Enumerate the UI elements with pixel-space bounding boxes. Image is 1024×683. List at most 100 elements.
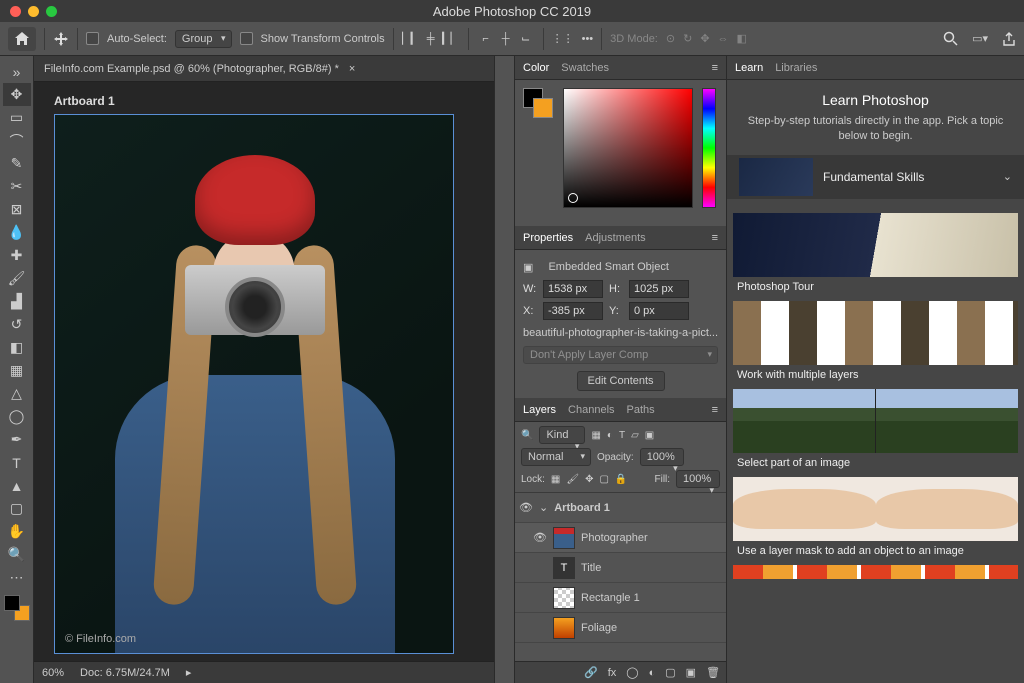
tab-channels[interactable]: Channels xyxy=(568,404,614,416)
panel-menu-icon[interactable]: ≡ xyxy=(712,232,718,244)
marquee-tool[interactable]: ▭ xyxy=(3,106,31,129)
collapsed-panels-strip[interactable] xyxy=(494,56,514,683)
blend-mode-dropdown[interactable]: Normal xyxy=(521,448,591,466)
history-brush-tool[interactable]: ↺ xyxy=(3,313,31,336)
search-icon[interactable] xyxy=(943,31,958,46)
layer-group-icon[interactable]: ▢ xyxy=(665,666,675,679)
filter-kind-dropdown[interactable]: Kind xyxy=(539,426,585,444)
align-left-icon[interactable]: ▏▎ xyxy=(402,30,420,48)
eyedropper-tool[interactable]: 💧 xyxy=(3,221,31,244)
tab-adjustments[interactable]: Adjustments xyxy=(585,232,646,244)
link-layers-icon[interactable]: 🔗 xyxy=(584,666,598,679)
share-icon[interactable] xyxy=(1002,32,1016,46)
layer-rectangle[interactable]: Rectangle 1 xyxy=(515,583,726,613)
document-tab[interactable]: FileInfo.com Example.psd @ 60% (Photogra… xyxy=(34,56,494,82)
blur-tool[interactable]: △ xyxy=(3,382,31,405)
distribute-icon[interactable]: ⋮⋮ xyxy=(552,32,574,45)
move-tool[interactable]: ✥ xyxy=(3,83,31,106)
tab-color[interactable]: Color xyxy=(523,62,549,74)
lock-transparency-icon[interactable]: ▦ xyxy=(551,474,560,485)
lock-artboard-icon[interactable]: ▢ xyxy=(599,474,608,485)
toolstrip-expand-icon[interactable]: » xyxy=(3,60,31,83)
eraser-tool[interactable]: ◧ xyxy=(3,336,31,359)
lock-position-icon[interactable]: ✥ xyxy=(585,474,593,485)
quick-select-tool[interactable]: ✎ xyxy=(3,152,31,175)
adjustment-layer-icon[interactable]: ◐ xyxy=(649,667,656,679)
filter-smart-icon[interactable]: ▣ xyxy=(645,430,654,441)
align-top-icon[interactable]: ⌐ xyxy=(477,30,495,48)
tab-swatches[interactable]: Swatches xyxy=(561,62,609,74)
color-swatches[interactable] xyxy=(4,595,30,621)
new-layer-icon[interactable]: ▣ xyxy=(686,666,696,679)
tab-properties[interactable]: Properties xyxy=(523,232,573,244)
foreground-swatch[interactable] xyxy=(4,595,20,611)
maximize-window-icon[interactable] xyxy=(46,6,57,17)
filter-pixel-icon[interactable]: ▦ xyxy=(591,430,600,441)
arrange-documents-icon[interactable]: ▭▾ xyxy=(972,32,988,45)
tutorial-select-part[interactable]: Select part of an image xyxy=(733,389,1018,471)
opacity-field[interactable]: 100% xyxy=(640,448,684,466)
brush-tool[interactable]: 🖌 xyxy=(3,267,31,290)
shape-tool[interactable]: ▢ xyxy=(3,497,31,520)
gradient-tool[interactable]: ▦ xyxy=(3,359,31,382)
auto-select-checkbox[interactable] xyxy=(86,32,99,45)
hue-slider[interactable] xyxy=(702,88,716,208)
tab-paths[interactable]: Paths xyxy=(627,404,655,416)
align-vcenter-icon[interactable]: ┼ xyxy=(497,30,515,48)
filter-icon[interactable]: 🔍 xyxy=(521,430,533,441)
status-more-icon[interactable]: ▸ xyxy=(186,666,192,679)
tutorial-layer-mask[interactable]: Use a layer mask to add an object to an … xyxy=(733,477,1018,559)
tab-layers[interactable]: Layers xyxy=(523,404,556,416)
type-tool[interactable]: T xyxy=(3,451,31,474)
tab-learn[interactable]: Learn xyxy=(735,62,763,74)
visibility-toggle-icon[interactable]: 👁 xyxy=(519,501,533,514)
lasso-tool[interactable]: ⌒ xyxy=(3,129,31,152)
panel-menu-icon[interactable]: ≡ xyxy=(712,404,718,416)
crop-tool[interactable]: ✂ xyxy=(3,175,31,198)
color-field[interactable] xyxy=(563,88,693,208)
align-bottom-icon[interactable]: ⌙ xyxy=(517,30,535,48)
zoom-tool[interactable]: 🔍 xyxy=(3,543,31,566)
color-panel-swatches[interactable] xyxy=(523,88,553,118)
zoom-level[interactable]: 60% xyxy=(42,667,64,679)
home-button[interactable] xyxy=(8,27,36,51)
panel-menu-icon[interactable]: ≡ xyxy=(712,62,718,74)
layer-mask-icon[interactable]: ◯ xyxy=(626,666,638,679)
filter-type-icon[interactable]: T xyxy=(619,430,625,441)
fill-field[interactable]: 100% xyxy=(676,470,720,488)
layer-artboard[interactable]: 👁 ⌄ Artboard 1 xyxy=(515,493,726,523)
close-window-icon[interactable] xyxy=(10,6,21,17)
filter-adjust-icon[interactable]: ◐ xyxy=(607,430,613,441)
y-field[interactable]: 0 px xyxy=(629,302,689,320)
filter-shape-icon[interactable]: ▱ xyxy=(631,430,639,441)
show-transform-checkbox[interactable] xyxy=(240,32,253,45)
align-hcenter-icon[interactable]: ╪ xyxy=(422,30,440,48)
layer-fx-icon[interactable]: fx xyxy=(608,667,617,679)
height-field[interactable]: 1025 px xyxy=(629,280,689,298)
lock-image-icon[interactable]: 🖌 xyxy=(566,474,579,485)
chevron-down-icon[interactable]: ⌄ xyxy=(539,501,548,514)
align-right-icon[interactable]: ▎▏ xyxy=(442,30,460,48)
width-field[interactable]: 1538 px xyxy=(543,280,603,298)
layer-photographer[interactable]: 👁 Photographer xyxy=(515,523,726,553)
auto-select-mode-dropdown[interactable]: Group xyxy=(175,30,232,48)
stamp-tool[interactable]: ▟ xyxy=(3,290,31,313)
pen-tool[interactable]: ✒ xyxy=(3,428,31,451)
tutorial-photoshop-tour[interactable]: Photoshop Tour xyxy=(733,213,1018,295)
hand-tool[interactable]: ✋ xyxy=(3,520,31,543)
dodge-tool[interactable]: ◯ xyxy=(3,405,31,428)
edit-toolbar-icon[interactable]: ⋯ xyxy=(3,566,31,589)
learn-section-fundamental[interactable]: Fundamental Skills ⌄ xyxy=(727,155,1024,199)
more-align-icon[interactable]: ••• xyxy=(582,33,594,45)
layer-comp-dropdown[interactable]: Don't Apply Layer Comp xyxy=(523,346,718,364)
close-tab-icon[interactable]: × xyxy=(349,63,355,75)
heal-tool[interactable]: ✚ xyxy=(3,244,31,267)
x-field[interactable]: -385 px xyxy=(543,302,603,320)
layer-title[interactable]: T Title xyxy=(515,553,726,583)
lock-all-icon[interactable]: 🔒 xyxy=(615,474,627,485)
tutorial-multiple-layers[interactable]: Work with multiple layers xyxy=(733,301,1018,383)
canvas[interactable]: Artboard 1 © FileInfo.com xyxy=(34,82,494,661)
frame-tool[interactable]: ⊠ xyxy=(3,198,31,221)
visibility-toggle-icon[interactable]: 👁 xyxy=(533,531,547,544)
artboard[interactable]: © FileInfo.com xyxy=(54,114,454,654)
